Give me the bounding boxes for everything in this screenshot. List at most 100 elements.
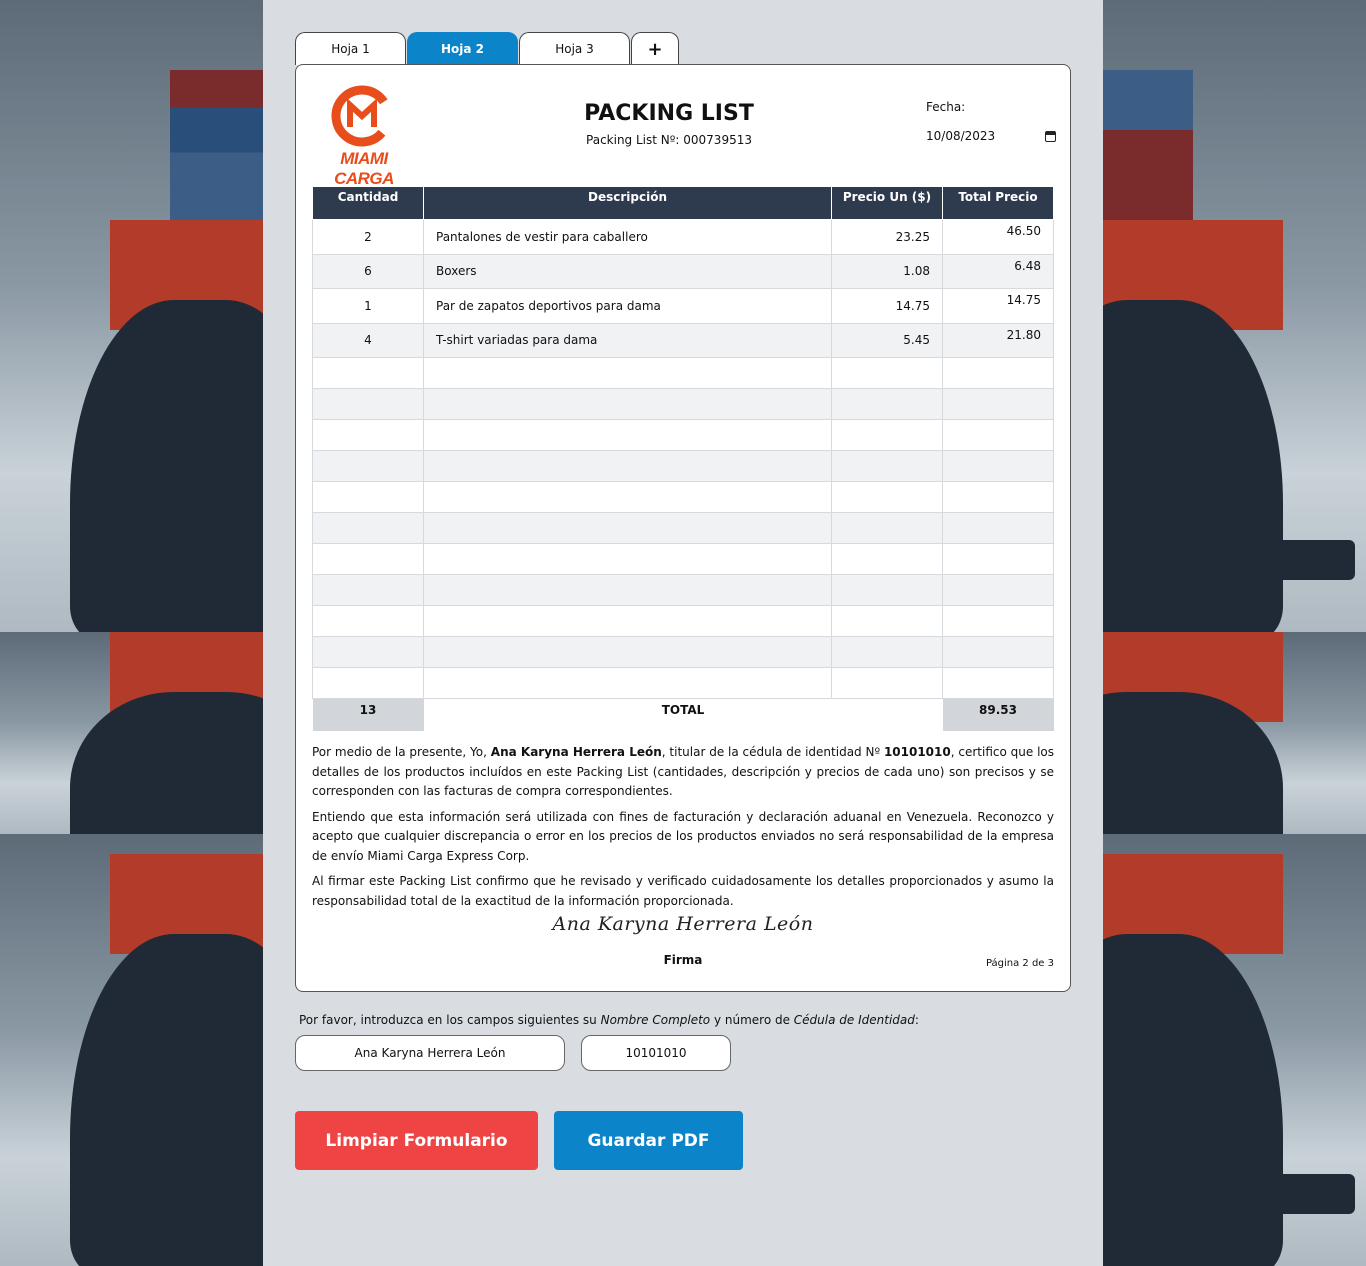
cell-qty[interactable] bbox=[312, 667, 424, 699]
cell-price[interactable]: 23.25 bbox=[831, 219, 943, 255]
instructions-emphasis: Nombre Completo bbox=[600, 1013, 711, 1027]
table-row-empty bbox=[312, 605, 1054, 637]
cell-qty[interactable] bbox=[312, 543, 424, 575]
cell-price[interactable] bbox=[831, 419, 943, 451]
cell-description[interactable] bbox=[423, 512, 832, 544]
ship-background-image bbox=[0, 834, 263, 1266]
cell-description[interactable] bbox=[423, 388, 832, 420]
table-row-empty bbox=[312, 388, 1054, 420]
cell-qty[interactable] bbox=[312, 357, 424, 389]
tab-hoja-2[interactable]: Hoja 2 bbox=[407, 32, 518, 65]
cell-price[interactable] bbox=[831, 636, 943, 668]
cell-description[interactable] bbox=[423, 357, 832, 389]
cell-description[interactable] bbox=[423, 605, 832, 637]
full-name-input[interactable]: Ana Karyna Herrera León bbox=[295, 1035, 565, 1071]
table-row-empty bbox=[312, 512, 1054, 544]
table-row: 1 Par de zapatos deportivos para dama 14… bbox=[312, 288, 1054, 324]
cell-total bbox=[942, 667, 1054, 699]
cell-description[interactable] bbox=[423, 574, 832, 606]
cell-qty[interactable]: 1 bbox=[312, 288, 424, 324]
cell-qty[interactable] bbox=[312, 574, 424, 606]
cell-description[interactable] bbox=[423, 543, 832, 575]
declarant-name: Ana Karyna Herrera León bbox=[490, 745, 662, 759]
table-row-empty bbox=[312, 636, 1054, 668]
cell-price[interactable] bbox=[831, 574, 943, 606]
cell-description[interactable] bbox=[423, 636, 832, 668]
logo-icon bbox=[331, 85, 393, 147]
table-row-empty bbox=[312, 450, 1054, 482]
cell-total bbox=[942, 512, 1054, 544]
column-header-cantidad: Cantidad bbox=[312, 186, 424, 220]
cell-description[interactable] bbox=[423, 419, 832, 451]
signature: Ana Karyna Herrera León bbox=[552, 913, 814, 935]
add-sheet-button[interactable]: + bbox=[631, 32, 679, 65]
cell-price[interactable]: 1.08 bbox=[831, 253, 943, 289]
cell-description[interactable]: T-shirt variadas para dama bbox=[423, 322, 832, 358]
cell-qty[interactable] bbox=[312, 605, 424, 637]
instructions-text: : bbox=[914, 1013, 919, 1027]
ship-background-image bbox=[1103, 0, 1366, 632]
declarant-id: 10101010 bbox=[883, 745, 951, 759]
logo-text: MIAMI CARGA bbox=[334, 149, 394, 188]
cell-total: 14.75 bbox=[942, 288, 1054, 324]
cell-total: 46.50 bbox=[942, 219, 1054, 255]
cell-total bbox=[942, 357, 1054, 389]
ship-background-image bbox=[1103, 632, 1366, 834]
tab-hoja-3[interactable]: Hoja 3 bbox=[519, 32, 630, 65]
cell-qty[interactable] bbox=[312, 450, 424, 482]
table-row-empty bbox=[312, 543, 1054, 575]
declaration-paragraph-2: Entiendo que esta información será utili… bbox=[312, 809, 1054, 863]
cell-description[interactable]: Pantalones de vestir para caballero bbox=[423, 219, 832, 255]
date-label: Fecha: bbox=[926, 100, 966, 114]
cell-price[interactable]: 14.75 bbox=[831, 288, 943, 324]
tab-hoja-1[interactable]: Hoja 1 bbox=[295, 32, 406, 65]
cell-qty[interactable]: 4 bbox=[312, 322, 424, 358]
declaration-paragraph-3: Al firmar este Packing List confirmo que… bbox=[312, 874, 1054, 908]
cell-price[interactable] bbox=[831, 388, 943, 420]
save-pdf-button[interactable]: Guardar PDF bbox=[554, 1111, 743, 1170]
cell-qty[interactable] bbox=[312, 636, 424, 668]
cell-price[interactable] bbox=[831, 481, 943, 513]
cell-price[interactable] bbox=[831, 667, 943, 699]
cell-price[interactable] bbox=[831, 512, 943, 544]
cell-total: 21.80 bbox=[942, 322, 1054, 358]
cell-total bbox=[942, 450, 1054, 482]
cell-description[interactable] bbox=[423, 481, 832, 513]
cell-price[interactable] bbox=[831, 543, 943, 575]
cell-qty[interactable] bbox=[312, 419, 424, 451]
cell-total bbox=[942, 605, 1054, 637]
table-row-empty bbox=[312, 574, 1054, 606]
instructions-text: Por favor, introduzca en los campos sigu… bbox=[299, 1013, 601, 1027]
cell-price[interactable] bbox=[831, 605, 943, 637]
table-header-row: Cantidad Descripción Precio Un ($) Total… bbox=[312, 186, 1054, 220]
calendar-icon[interactable] bbox=[1045, 130, 1056, 142]
cell-description[interactable] bbox=[423, 450, 832, 482]
cell-price[interactable]: 5.45 bbox=[831, 322, 943, 358]
cell-qty[interactable] bbox=[312, 512, 424, 544]
packing-list-sheet: MIAMI CARGA PACKING LIST Packing List Nº… bbox=[295, 64, 1071, 992]
cell-total bbox=[942, 481, 1054, 513]
table-row-empty bbox=[312, 667, 1054, 699]
column-header-precio: Precio Un ($) bbox=[831, 186, 943, 220]
id-number-input[interactable]: 10101010 bbox=[581, 1035, 731, 1071]
cell-description[interactable]: Par de zapatos deportivos para dama bbox=[423, 288, 832, 324]
page-title: PACKING LIST bbox=[584, 101, 754, 126]
instructions-text: y número de bbox=[710, 1013, 794, 1027]
cell-qty[interactable] bbox=[312, 481, 424, 513]
cell-qty[interactable]: 2 bbox=[312, 219, 424, 255]
clear-form-button[interactable]: Limpiar Formulario bbox=[295, 1111, 538, 1170]
cell-total bbox=[942, 419, 1054, 451]
table-row-empty bbox=[312, 419, 1054, 451]
date-input[interactable]: 10/08/2023 bbox=[926, 125, 1056, 147]
cell-description[interactable]: Boxers bbox=[423, 253, 832, 289]
cell-price[interactable] bbox=[831, 357, 943, 389]
cell-price[interactable] bbox=[831, 450, 943, 482]
ship-background-image bbox=[0, 0, 263, 632]
table-row: 2 Pantalones de vestir para caballero 23… bbox=[312, 219, 1054, 255]
cell-qty[interactable] bbox=[312, 388, 424, 420]
table-row-empty bbox=[312, 357, 1054, 389]
cell-description[interactable] bbox=[423, 667, 832, 699]
signature-label: Firma bbox=[663, 953, 703, 967]
cell-qty[interactable]: 6 bbox=[312, 253, 424, 289]
ship-background-image bbox=[0, 632, 263, 834]
